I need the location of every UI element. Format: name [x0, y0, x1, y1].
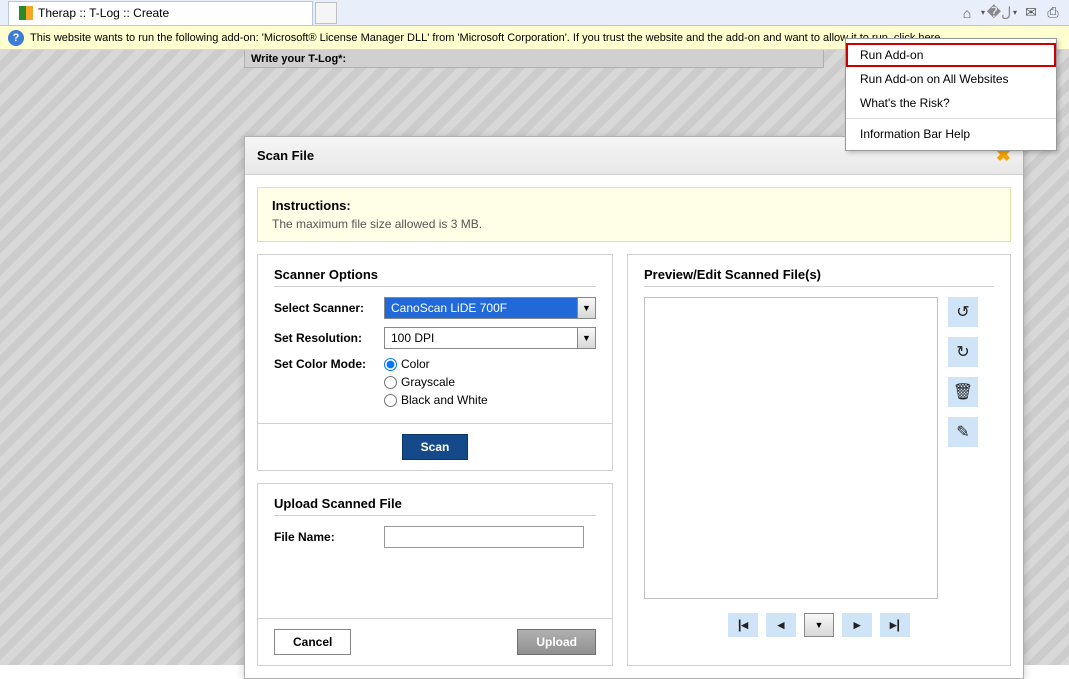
rotate-left-icon[interactable]: ↺ [948, 297, 978, 327]
file-name-input[interactable] [384, 526, 584, 548]
select-scanner-dropdown[interactable]: CanoScan LiDE 700F ▼ [384, 297, 596, 319]
home-icon[interactable]: ⌂ [959, 5, 975, 21]
preview-panel: Preview/Edit Scanned File(s) ↺ ↻ 🗑 ✎ [627, 254, 1011, 666]
color-mode-bw[interactable]: Black and White [384, 393, 596, 407]
menu-run-addon-all[interactable]: Run Add-on on All Websites [846, 67, 1056, 91]
edit-icon[interactable]: ✎ [948, 417, 978, 447]
set-resolution-label: Set Resolution: [274, 331, 384, 345]
infobar-text: This website wants to run the following … [30, 32, 950, 44]
new-tab-button[interactable] [315, 2, 337, 24]
scan-file-modal: Scan File ✖ Instructions: The maximum fi… [244, 136, 1024, 679]
menu-run-addon[interactable]: Run Add-on [846, 43, 1056, 67]
scanner-options-panel: Scanner Options Select Scanner: CanoScan… [257, 254, 613, 471]
upload-button[interactable]: Upload [517, 629, 596, 655]
menu-whats-risk[interactable]: What's the Risk? [846, 91, 1056, 115]
mail-icon[interactable]: ✉ [1023, 5, 1039, 21]
browser-tab[interactable]: Therap :: T-Log :: Create [8, 1, 313, 25]
preview-pager: |◂ ◂ ▼ ▸ ▸| [644, 613, 994, 637]
chevron-down-icon: ▼ [577, 328, 595, 348]
color-mode-grayscale[interactable]: Grayscale [384, 375, 596, 389]
menu-separator [846, 118, 1056, 119]
page-select-dropdown[interactable]: ▼ [804, 613, 834, 637]
radio-color-label: Color [401, 357, 430, 371]
menu-infobar-help[interactable]: Information Bar Help [846, 122, 1056, 146]
radio-bw[interactable] [384, 394, 397, 407]
radio-color[interactable] [384, 358, 397, 371]
last-page-button[interactable]: ▸| [880, 613, 910, 637]
radio-grayscale-label: Grayscale [401, 375, 455, 389]
select-scanner-value: CanoScan LiDE 700F [385, 298, 577, 318]
site-favicon [19, 6, 33, 20]
instructions-text: The maximum file size allowed is 3 MB. [272, 217, 996, 231]
preview-heading: Preview/Edit Scanned File(s) [644, 267, 994, 287]
radio-grayscale[interactable] [384, 376, 397, 389]
first-page-button[interactable]: |◂ [728, 613, 758, 637]
modal-title-text: Scan File [257, 148, 314, 163]
color-mode-color[interactable]: Color [384, 357, 596, 371]
browser-tab-bar: Therap :: T-Log :: Create ⌂ ▾ �ل ▾ ✉ ⎙ [0, 0, 1069, 26]
upload-heading: Upload Scanned File [274, 496, 596, 516]
browser-toolbar: ⌂ ▾ �ل ▾ ✉ ⎙ [959, 5, 1061, 21]
set-color-label: Set Color Mode: [274, 357, 384, 371]
addon-context-menu: Run Add-on Run Add-on on All Websites Wh… [845, 38, 1057, 151]
rotate-right-icon[interactable]: ↻ [948, 337, 978, 367]
delete-icon[interactable]: 🗑 [948, 377, 978, 407]
select-scanner-label: Select Scanner: [274, 301, 384, 315]
prev-page-button[interactable]: ◂ [766, 613, 796, 637]
set-resolution-dropdown[interactable]: 100 DPI ▼ [384, 327, 596, 349]
feeds-icon[interactable]: �ل [991, 5, 1007, 21]
chevron-down-icon: ▼ [577, 298, 595, 318]
file-name-label: File Name: [274, 530, 384, 544]
upload-panel: Upload Scanned File File Name: Cancel Up… [257, 483, 613, 666]
cancel-button[interactable]: Cancel [274, 629, 351, 655]
preview-canvas [644, 297, 938, 599]
info-icon: ? [8, 30, 24, 46]
instructions-heading: Instructions: [272, 198, 996, 213]
tab-title: Therap :: T-Log :: Create [38, 6, 169, 20]
tlog-header-remnant: Write your T-Log*: [244, 50, 824, 68]
feeds-dropdown[interactable]: ▾ [1013, 8, 1017, 17]
print-icon[interactable]: ⎙ [1045, 5, 1061, 21]
set-resolution-value: 100 DPI [385, 328, 577, 348]
scan-button[interactable]: Scan [402, 434, 469, 460]
next-page-button[interactable]: ▸ [842, 613, 872, 637]
instructions-box: Instructions: The maximum file size allo… [257, 187, 1011, 242]
home-dropdown[interactable]: ▾ [981, 8, 985, 17]
scanner-options-heading: Scanner Options [274, 267, 596, 287]
radio-bw-label: Black and White [401, 393, 488, 407]
